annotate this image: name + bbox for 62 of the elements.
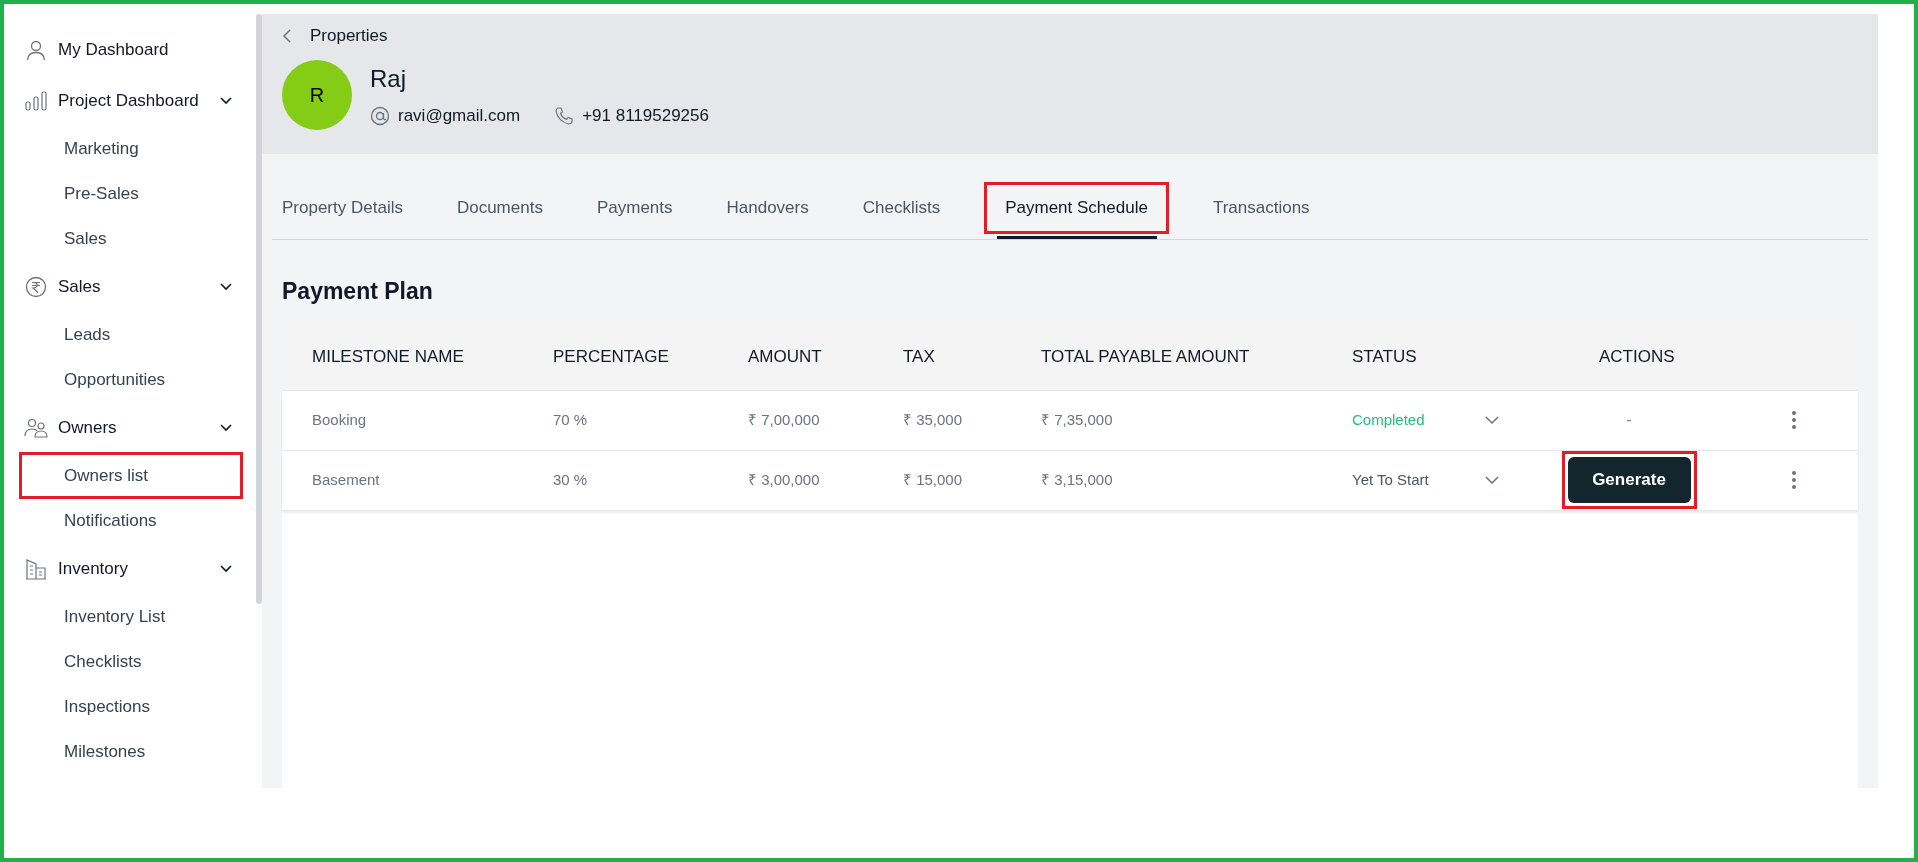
bar-chart-icon <box>25 90 47 111</box>
column-header: TAX <box>903 346 936 369</box>
table-cell-text: ₹ 7,00,000 <box>748 409 821 430</box>
breadcrumb-link[interactable]: Properties <box>310 23 388 49</box>
table-cell-text: ₹ 3,00,000 <box>748 469 821 490</box>
building-icon <box>25 557 47 580</box>
table-cell-text: Basement <box>312 469 381 490</box>
column-header: AMOUNT <box>748 346 823 369</box>
sidebar-subitem[interactable]: Notifications <box>20 498 246 543</box>
sidebar-subitem[interactable]: Owners list <box>20 453 242 498</box>
tab[interactable]: Documents <box>446 182 553 234</box>
sidebar-item[interactable]: Owners <box>24 402 246 453</box>
table-cell-text: ₹ 35,000 <box>903 409 964 430</box>
owner-phone: +91 8119529256 <box>582 105 709 128</box>
more-options-icon[interactable] <box>1790 410 1797 430</box>
sidebar-subitem[interactable]: Sales <box>20 216 246 261</box>
dropdown-chevron-icon[interactable] <box>1485 476 1499 484</box>
status-text: Yet To Start <box>1352 469 1429 490</box>
tab[interactable]: Transactions <box>1202 182 1320 234</box>
owner-email: ravi@gmail.com <box>398 105 521 128</box>
tab[interactable]: Payment Schedule <box>984 182 1169 234</box>
sidebar-subitem[interactable]: Marketing <box>20 126 246 171</box>
owner-name: Raj <box>370 64 407 95</box>
sidebar-subitem[interactable]: Inspections <box>20 684 246 729</box>
sidebar-item[interactable]: My Dashboard <box>24 24 246 75</box>
table-cell-text: ₹ 15,000 <box>903 469 964 490</box>
table-cell-text: 30 % <box>553 469 589 490</box>
phone-icon <box>554 106 575 126</box>
sidebar-subitem[interactable]: Checklists <box>20 639 246 684</box>
tab[interactable]: Handovers <box>716 182 819 234</box>
column-header: TOTAL PAYABLE AMOUNT <box>1041 346 1251 369</box>
column-header: STATUS <box>1352 346 1418 369</box>
avatar: R <box>282 60 352 130</box>
sidebar-subitem[interactable]: Milestones <box>20 729 246 774</box>
table-cell-text: ₹ 3,15,000 <box>1041 469 1114 490</box>
table-cell-text: ₹ 7,35,000 <box>1041 409 1114 430</box>
generate-button[interactable]: Generate <box>1567 457 1691 503</box>
table-cell-text: Booking <box>312 409 368 430</box>
tab[interactable]: Checklists <box>852 182 951 234</box>
sidebar-subitem[interactable]: Leads <box>20 312 246 357</box>
sidebar-subitem[interactable]: Opportunities <box>20 357 246 402</box>
empty-action: - <box>1626 409 1632 430</box>
column-header: ACTIONS <box>1598 346 1676 369</box>
more-options-icon[interactable] <box>1790 470 1797 490</box>
sidebar-subitem[interactable]: Inventory List <box>20 594 246 639</box>
back-chevron-icon[interactable] <box>282 29 292 43</box>
user-icon <box>25 38 47 61</box>
sidebar-subitem[interactable]: Pre-Sales <box>20 171 246 216</box>
at-sign-icon <box>370 106 390 126</box>
sidebar-item[interactable]: Inventory <box>24 543 246 594</box>
tab[interactable]: Payments <box>586 182 683 234</box>
tab[interactable]: Property Details <box>272 182 413 234</box>
column-header: MILESTONE NAME <box>312 346 465 369</box>
people-icon <box>24 417 48 438</box>
table-cell-text: 70 % <box>553 409 589 430</box>
sidebar-item[interactable]: Project Dashboard <box>24 75 246 126</box>
sidebar-item[interactable]: Sales <box>24 261 246 312</box>
section-title: Payment Plan <box>282 277 434 306</box>
rupee-icon <box>25 275 47 298</box>
status-text: Completed <box>1352 409 1425 430</box>
column-header: PERCENTAGE <box>553 346 670 369</box>
dropdown-chevron-icon[interactable] <box>1485 416 1499 424</box>
